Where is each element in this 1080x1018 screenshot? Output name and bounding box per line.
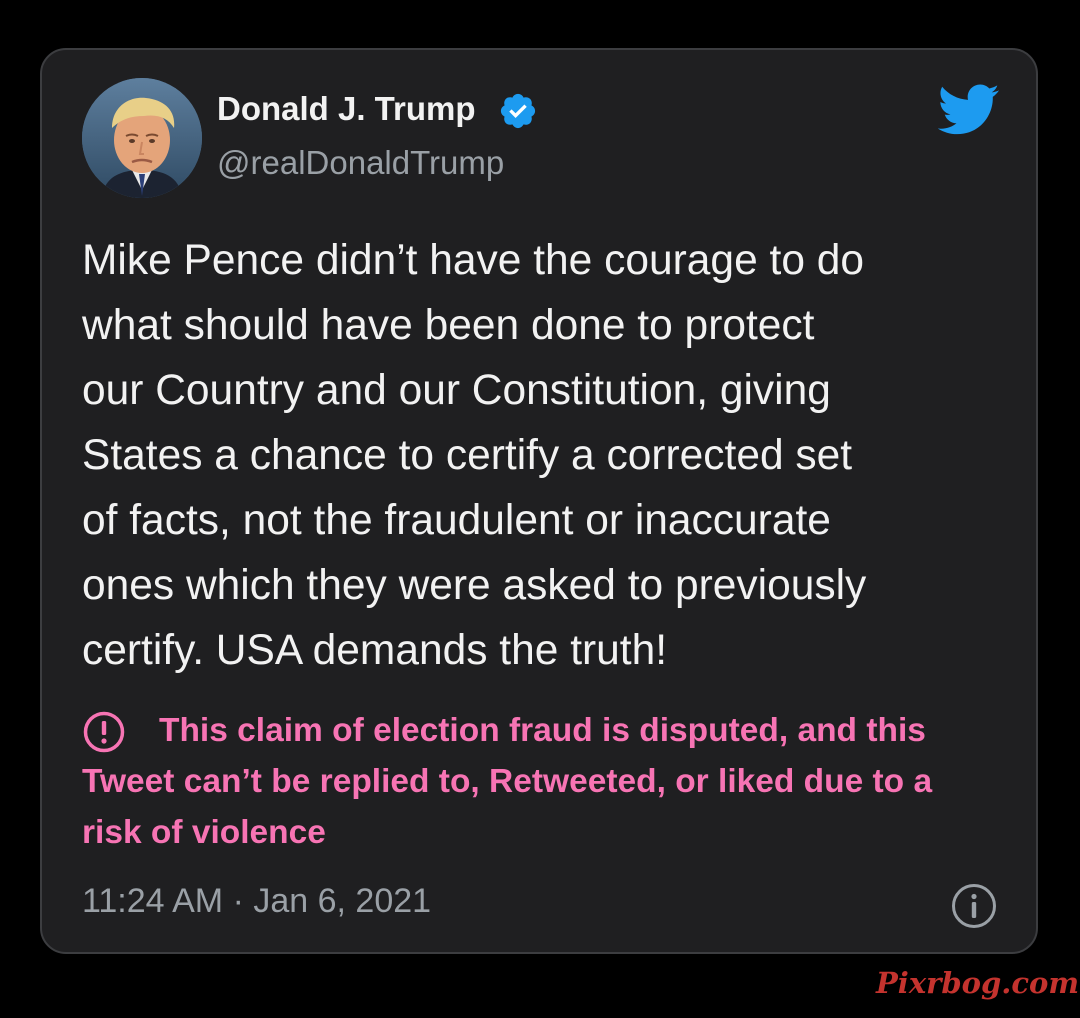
tweet-timestamp[interactable]: 11:24 AM · Jan 6, 2021 <box>82 882 431 921</box>
avatar[interactable] <box>82 78 202 198</box>
info-icon[interactable] <box>950 882 998 930</box>
tweet-card: Donald J. Trump @realDonaldTrump Mike Pe… <box>40 48 1038 954</box>
verified-badge-icon <box>500 93 536 129</box>
watermark: Pixrbog.com <box>876 966 1080 1000</box>
author-name[interactable]: Donald J. Trump <box>217 90 476 128</box>
author-handle[interactable]: @realDonaldTrump <box>217 144 504 182</box>
tweet-text: Mike Pence didn’t have the courage to do… <box>82 237 867 674</box>
disputed-claim-notice: This claim of election fraud is disputed… <box>82 712 933 851</box>
twitter-bird-icon <box>938 84 1000 135</box>
